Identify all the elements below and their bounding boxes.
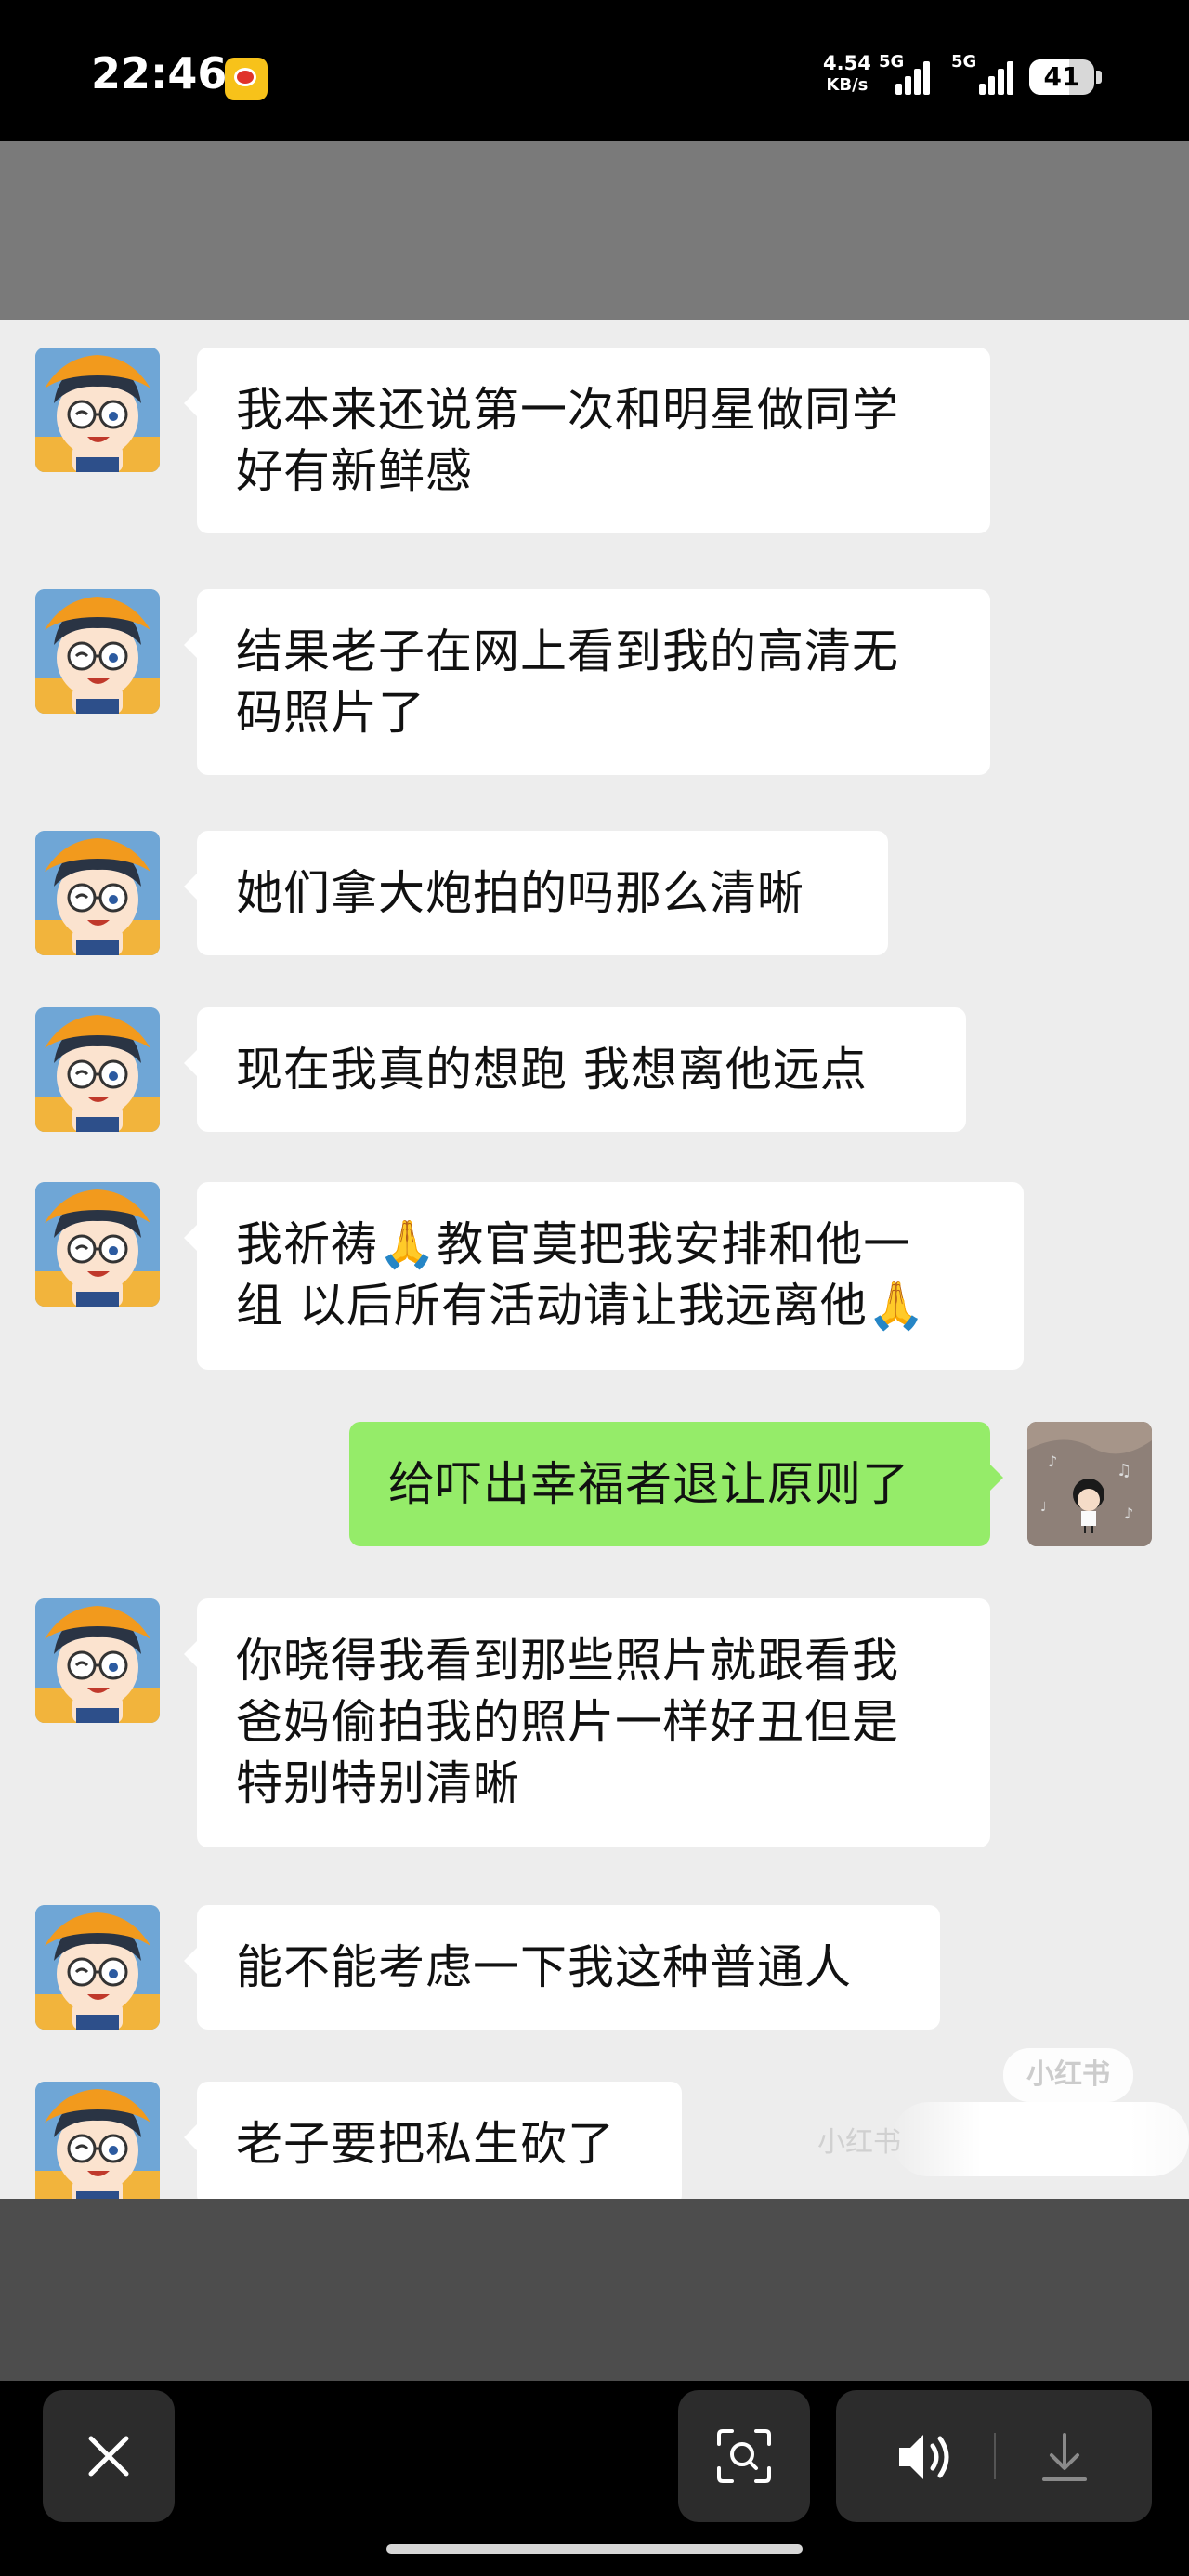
status-time: 22:46: [91, 48, 228, 99]
avatar: [35, 2082, 160, 2199]
message-line: 爸妈偷拍我的照片一样好丑但是: [236, 1695, 899, 1749]
message-line: 能不能考虑一下我这种普通人: [236, 1940, 852, 1994]
message-line: 特别特别清晰: [236, 1756, 520, 1810]
own-avatar: ♪ ♫ ♩ ♪: [1027, 1422, 1152, 1546]
download-icon[interactable]: [1039, 2431, 1091, 2483]
message-line: 老子要把私生砍了: [236, 2117, 615, 2171]
speaker-icon[interactable]: [895, 2431, 955, 2483]
signal-2-icon: [977, 59, 1016, 95]
svg-text:♪: ♪: [1048, 1452, 1057, 1470]
signal-1-icon: [894, 59, 933, 95]
message-line: 给吓出幸福者退让原则了: [388, 1457, 909, 1511]
avatar: [35, 831, 160, 955]
message-line: 组 以后所有活动请让我远离他🙏: [236, 1279, 927, 1333]
message-line: 码照片了: [236, 686, 425, 740]
battery-tip: [1096, 71, 1102, 84]
avatar: [35, 1905, 160, 2030]
network-speed-unit: KB/s: [826, 75, 869, 95]
battery-level: 41: [1043, 61, 1080, 92]
close-icon: [88, 2436, 129, 2477]
avatar: [35, 1598, 160, 1723]
network-speed-value: 4.54: [823, 52, 871, 74]
watermark-smear: [892, 2102, 1189, 2176]
svg-text:♩: ♩: [1040, 1500, 1047, 1515]
chat-screenshot[interactable]: 我本来还说第一次和明星做同学 好有新鲜感 结果老子在网上看到我的高清无 码照片了…: [0, 320, 1189, 2199]
svg-text:♫: ♫: [1117, 1461, 1131, 1480]
avatar: [35, 348, 160, 472]
message-line: 我本来还说第一次和明星做同学: [236, 383, 899, 437]
close-button[interactable]: [43, 2390, 175, 2522]
watermark-badge: 小红书: [1003, 2048, 1133, 2102]
message-line: 我祈祷🙏教官莫把我安排和他一: [236, 1217, 911, 1271]
image-search-button[interactable]: [678, 2390, 810, 2522]
message-line: 现在我真的想跑 我想离他远点: [236, 1043, 868, 1097]
image-top-margin: [0, 141, 1189, 320]
message-line: 你晓得我看到那些照片就跟看我: [236, 1634, 899, 1688]
message-bubble: 老子要把私生砍了: [184, 2082, 682, 2199]
divider: [994, 2433, 996, 2479]
message-line: 好有新鲜感: [236, 444, 473, 498]
message-bubble: 你晓得我看到那些照片就跟看我 爸妈偷拍我的照片一样好丑但是 特别特别清晰: [184, 1598, 990, 1847]
message-bubble-own: 给吓出幸福者退让原则了: [349, 1422, 1003, 1546]
message-bubble: 能不能考虑一下我这种普通人: [184, 1905, 940, 2030]
image-bottom-margin: [0, 2199, 1189, 2381]
message-bubble: 我本来还说第一次和明星做同学 好有新鲜感: [184, 348, 990, 533]
avatar: [35, 1007, 160, 1132]
weibo-icon: [225, 58, 268, 100]
home-indicator[interactable]: [386, 2544, 803, 2554]
media-controls: [836, 2390, 1152, 2522]
message-bubble: 她们拿大炮拍的吗那么清晰: [184, 831, 888, 955]
message-line: 她们拿大炮拍的吗那么清晰: [236, 866, 804, 920]
message-bubble: 结果老子在网上看到我的高清无 码照片了: [184, 589, 990, 775]
network-speed: 4.54 KB/s: [823, 52, 871, 97]
avatar: [35, 1182, 160, 1307]
battery-icon: 41: [1029, 59, 1094, 95]
svg-text:♪: ♪: [1124, 1505, 1133, 1522]
image-search-icon: [717, 2429, 771, 2483]
status-bar: 22:46 4.54 KB/s 5G 5G 41: [0, 0, 1189, 141]
message-bubble: 现在我真的想跑 我想离他远点: [184, 1007, 966, 1132]
watermark-text: 小红书: [817, 2126, 901, 2159]
avatar: [35, 589, 160, 714]
message-line: 结果老子在网上看到我的高清无: [236, 624, 899, 678]
signal-2-label: 5G: [951, 52, 977, 72]
message-bubble: 我祈祷🙏教官莫把我安排和他一 组 以后所有活动请让我远离他🙏: [184, 1182, 1024, 1370]
